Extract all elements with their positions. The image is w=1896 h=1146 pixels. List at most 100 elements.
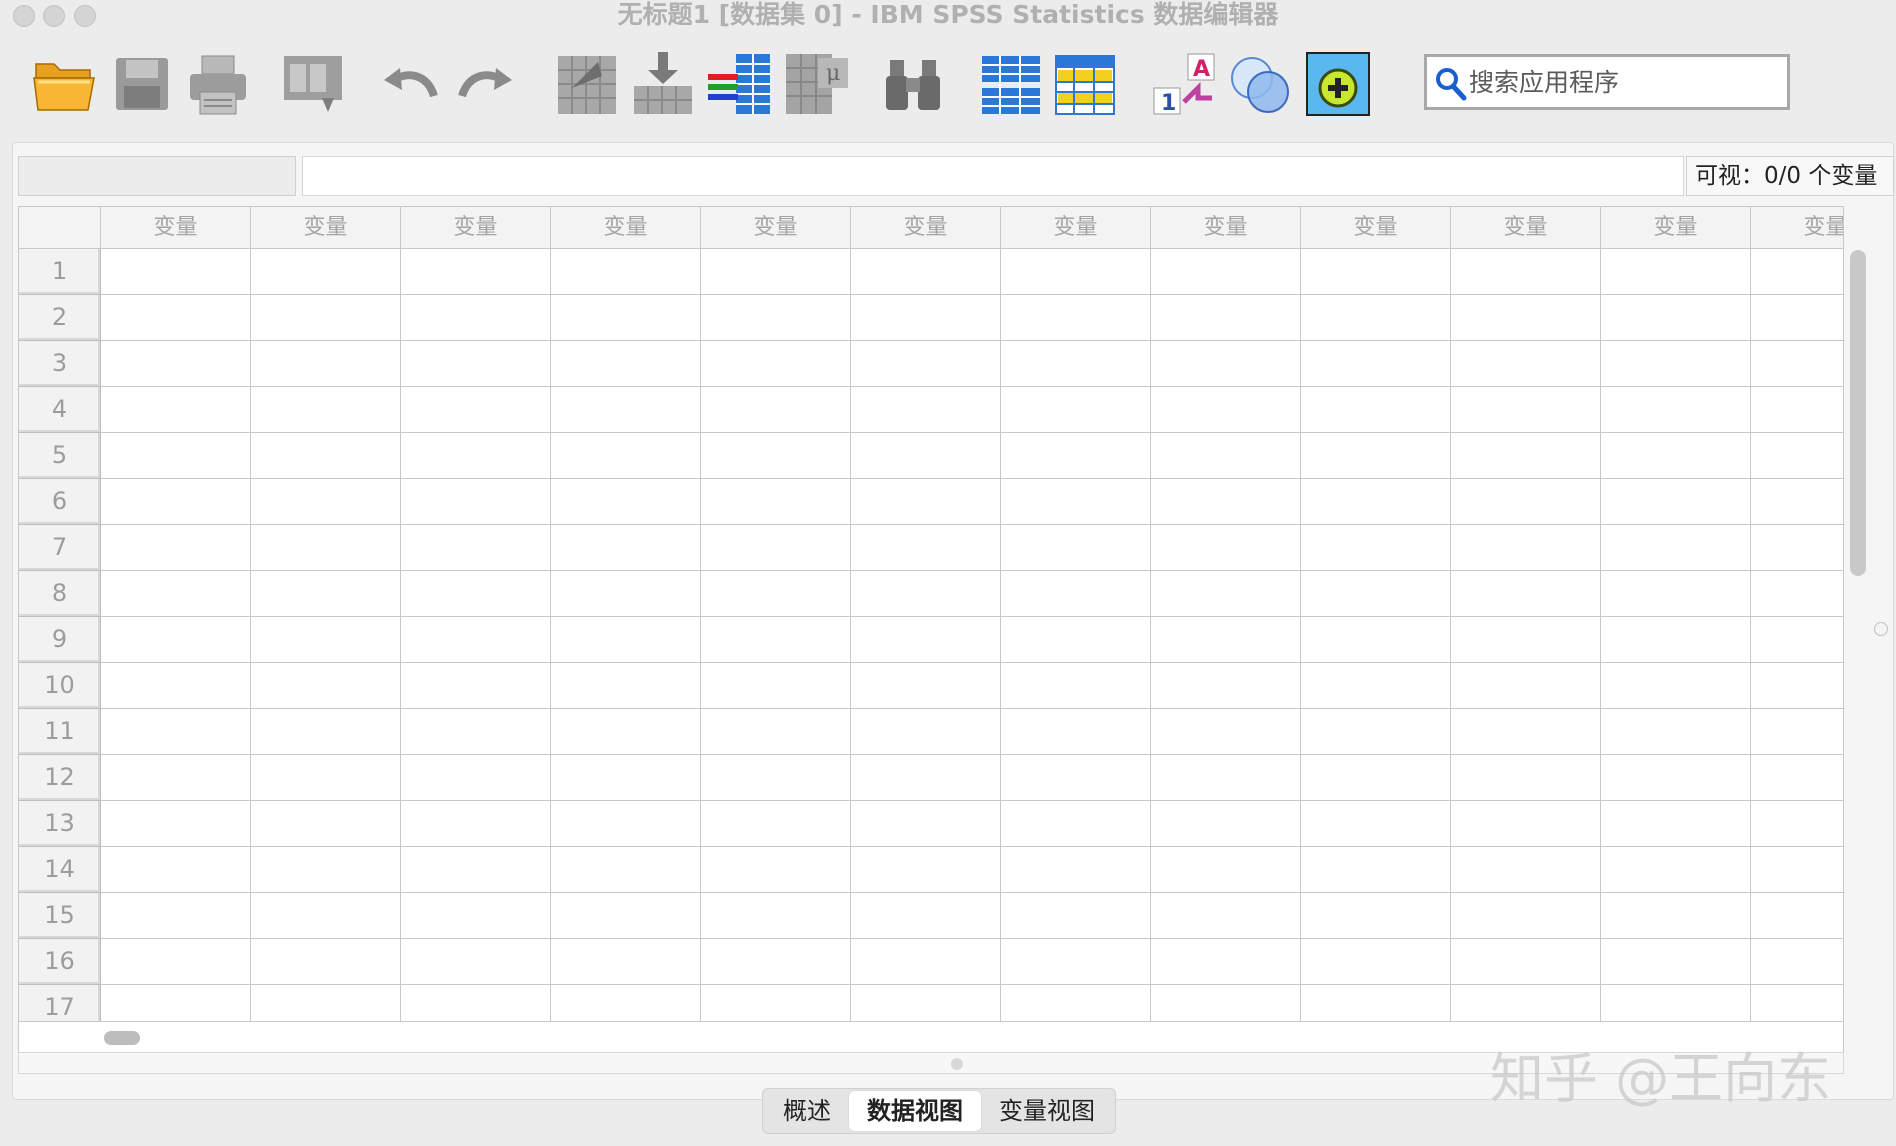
data-cell[interactable] (701, 939, 851, 985)
data-cell[interactable] (401, 433, 551, 479)
data-cell[interactable] (1601, 985, 1751, 1021)
data-cell[interactable] (701, 249, 851, 295)
data-cell[interactable] (1001, 617, 1151, 663)
data-cell[interactable] (1451, 709, 1601, 755)
data-cell[interactable] (551, 433, 701, 479)
row-header[interactable]: 15 (19, 893, 101, 939)
vertical-scrollbar-thumb[interactable] (1850, 250, 1866, 576)
data-cell[interactable] (101, 387, 251, 433)
data-cell[interactable] (1001, 663, 1151, 709)
data-cell[interactable] (551, 755, 701, 801)
data-cell[interactable] (851, 295, 1001, 341)
data-cell[interactable] (1601, 387, 1751, 433)
data-cell[interactable] (401, 617, 551, 663)
data-cell[interactable] (1451, 985, 1601, 1021)
data-cell[interactable] (251, 525, 401, 571)
data-cell[interactable] (851, 571, 1001, 617)
data-cell[interactable] (1301, 801, 1451, 847)
data-cell[interactable] (701, 985, 851, 1021)
data-cell[interactable] (851, 249, 1001, 295)
column-header[interactable]: 变量 (851, 207, 1001, 249)
data-cell[interactable] (401, 801, 551, 847)
data-cell[interactable] (1751, 893, 1843, 939)
data-cell[interactable] (101, 341, 251, 387)
data-cell[interactable] (1301, 433, 1451, 479)
data-cell[interactable] (851, 433, 1001, 479)
data-cell[interactable] (101, 295, 251, 341)
data-cell[interactable] (251, 847, 401, 893)
descriptives-button[interactable]: μ (784, 52, 850, 118)
column-header[interactable]: 变量 (1601, 207, 1751, 249)
data-cell[interactable] (1301, 755, 1451, 801)
data-cell[interactable] (1601, 939, 1751, 985)
data-cell[interactable] (701, 663, 851, 709)
data-cell[interactable] (851, 709, 1001, 755)
data-cell[interactable] (1001, 341, 1151, 387)
variables-button[interactable] (706, 52, 772, 118)
data-cell[interactable] (101, 479, 251, 525)
data-cell[interactable] (701, 387, 851, 433)
data-cell[interactable] (551, 249, 701, 295)
data-cell[interactable] (1451, 341, 1601, 387)
variable-sets-button[interactable] (1228, 52, 1294, 118)
data-cell[interactable] (1601, 663, 1751, 709)
data-cell[interactable] (1151, 801, 1301, 847)
data-cell[interactable] (101, 663, 251, 709)
data-cell[interactable] (1001, 709, 1151, 755)
vertical-split-handle[interactable] (1874, 622, 1888, 636)
data-cell[interactable] (401, 847, 551, 893)
data-cell[interactable] (701, 801, 851, 847)
data-cell[interactable] (1301, 709, 1451, 755)
data-cell[interactable] (1001, 433, 1151, 479)
data-cell[interactable] (251, 985, 401, 1021)
grid-corner[interactable] (19, 207, 101, 249)
data-cell[interactable] (1151, 249, 1301, 295)
data-cell[interactable] (401, 341, 551, 387)
data-cell[interactable] (1001, 387, 1151, 433)
go-to-variable-button[interactable] (632, 52, 694, 118)
data-cell[interactable] (401, 709, 551, 755)
data-cell[interactable] (851, 939, 1001, 985)
data-cell[interactable] (551, 479, 701, 525)
data-cell[interactable] (851, 847, 1001, 893)
redo-button[interactable] (458, 66, 514, 132)
data-cell[interactable] (251, 341, 401, 387)
data-cell[interactable] (851, 341, 1001, 387)
data-cell[interactable] (701, 571, 851, 617)
data-cell[interactable] (701, 433, 851, 479)
data-cell[interactable] (851, 985, 1001, 1021)
data-cell[interactable] (1301, 893, 1451, 939)
data-cell[interactable] (1601, 709, 1751, 755)
data-cell[interactable] (701, 755, 851, 801)
insert-variable-button[interactable] (1054, 54, 1116, 120)
data-cell[interactable] (1751, 755, 1843, 801)
data-cell[interactable] (251, 709, 401, 755)
insert-cases-button[interactable] (980, 54, 1042, 120)
data-cell[interactable] (1301, 341, 1451, 387)
data-cell[interactable] (1751, 985, 1843, 1021)
data-cell[interactable] (1601, 847, 1751, 893)
data-cell[interactable] (401, 525, 551, 571)
data-cell[interactable] (1601, 893, 1751, 939)
data-cell[interactable] (1001, 939, 1151, 985)
data-cell[interactable] (101, 617, 251, 663)
column-header[interactable]: 变量 (551, 207, 701, 249)
data-cell[interactable] (1751, 617, 1843, 663)
data-cell[interactable] (1151, 433, 1301, 479)
column-header[interactable]: 变量 (401, 207, 551, 249)
data-cell[interactable] (1451, 525, 1601, 571)
data-cell[interactable] (251, 939, 401, 985)
data-cell[interactable] (1151, 571, 1301, 617)
data-cell[interactable] (1451, 617, 1601, 663)
recall-dialog-button[interactable] (282, 54, 346, 120)
data-cell[interactable] (1001, 525, 1151, 571)
data-cell[interactable] (101, 571, 251, 617)
data-cell[interactable] (251, 617, 401, 663)
data-cell[interactable] (1301, 387, 1451, 433)
data-cell[interactable] (251, 479, 401, 525)
column-header[interactable]: 变量 (101, 207, 251, 249)
data-cell[interactable] (1301, 847, 1451, 893)
tab-1[interactable]: 数据视图 (849, 1091, 981, 1131)
row-header[interactable]: 14 (19, 847, 101, 893)
data-cell[interactable] (1601, 617, 1751, 663)
